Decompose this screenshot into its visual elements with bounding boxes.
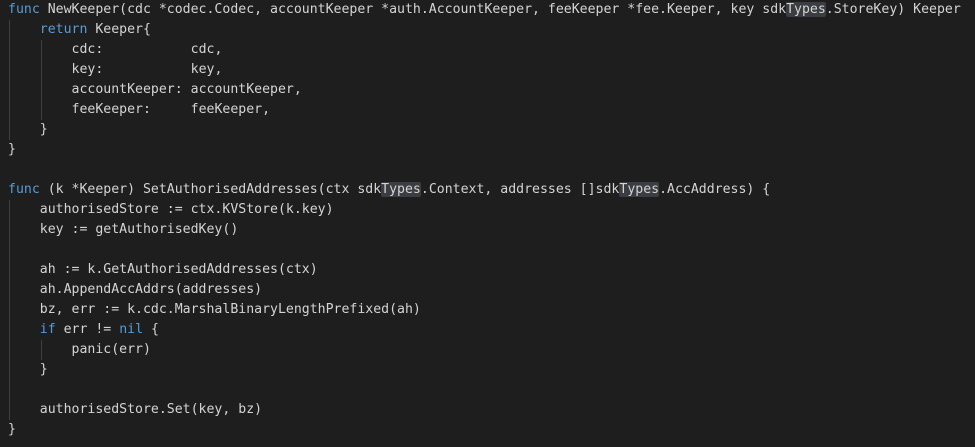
code-token: .Context, addresses []sdk <box>420 182 620 197</box>
code-line[interactable]: if err != nil { <box>8 320 961 340</box>
code-token: key: key, <box>71 62 223 77</box>
code-token: } <box>39 122 48 137</box>
code-token: bz, err := k.cdc.MarshalBinaryLengthPref… <box>39 302 421 317</box>
code-line[interactable]: panic(err) <box>8 340 961 360</box>
code-token: err != <box>55 322 120 337</box>
code-line[interactable]: authorisedStore := ctx.KVStore(k.key) <box>8 200 961 220</box>
code-line[interactable]: authorisedStore.Set(key, bz) <box>8 400 961 420</box>
code-line[interactable]: func (k *Keeper) SetAuthorisedAddresses(… <box>8 180 961 200</box>
code-token: ah := k.GetAuthorisedAddresses(ctx) <box>39 262 318 277</box>
code-token: ah.AppendAccAddrs(addresses) <box>39 282 263 297</box>
keyword-token: if <box>39 322 56 337</box>
highlighted-token: Types <box>786 2 826 17</box>
code-token: (k *Keeper) SetAuthorisedAddresses(ctx s… <box>39 182 382 197</box>
code-line[interactable] <box>8 380 961 400</box>
code-line[interactable]: ah := k.GetAuthorisedAddresses(ctx) <box>8 260 961 280</box>
code-token: { <box>143 322 159 337</box>
code-line[interactable]: key := getAuthorisedKey() <box>8 220 961 240</box>
highlighted-token: Types <box>381 182 421 197</box>
code-line[interactable]: ah.AppendAccAddrs(addresses) <box>8 280 961 300</box>
code-line[interactable]: feeKeeper: feeKeeper, <box>8 100 961 120</box>
code-line[interactable]: bz, err := k.cdc.MarshalBinaryLengthPref… <box>8 300 961 320</box>
code-line[interactable]: cdc: cdc, <box>8 40 961 60</box>
keyword-token: nil <box>119 322 144 337</box>
code-line[interactable]: accountKeeper: accountKeeper, <box>8 80 961 100</box>
code-line[interactable]: } <box>8 120 961 140</box>
code-line[interactable]: key: key, <box>8 60 961 80</box>
code-line[interactable] <box>8 240 961 260</box>
code-token: panic(err) <box>71 342 151 357</box>
code-token: NewKeeper(cdc *codec.Codec, accountKeepe… <box>39 2 787 17</box>
code-token: accountKeeper: accountKeeper, <box>71 82 302 97</box>
code-token: .StoreKey) Keeper <box>825 2 961 17</box>
code-line[interactable] <box>8 160 961 180</box>
code-token: authorisedStore.Set(key, bz) <box>39 402 263 417</box>
code-line[interactable]: } <box>8 140 961 160</box>
code-token: authorisedStore := ctx.KVStore(k.key) <box>39 202 334 217</box>
highlighted-token: Types <box>619 182 660 197</box>
code-token: cdc: cdc, <box>71 42 223 57</box>
code-line[interactable]: return Keeper{ <box>8 20 961 40</box>
code-line[interactable]: } <box>8 360 961 380</box>
code-token: feeKeeper: feeKeeper, <box>71 102 271 117</box>
code-area[interactable]: func NewKeeper(cdc *codec.Codec, account… <box>8 0 961 440</box>
code-token: key := getAuthorisedKey() <box>39 222 239 237</box>
code-token: } <box>8 142 16 157</box>
code-token: } <box>39 362 48 377</box>
keyword-token: return <box>39 22 88 37</box>
code-line[interactable]: func NewKeeper(cdc *codec.Codec, account… <box>8 0 961 20</box>
code-token: .AccAddress) { <box>659 182 771 197</box>
code-line[interactable]: } <box>8 420 961 440</box>
code-editor[interactable]: func NewKeeper(cdc *codec.Codec, account… <box>0 0 975 447</box>
code-token: } <box>8 422 16 437</box>
keyword-token: func <box>8 2 40 17</box>
code-token: Keeper{ <box>87 22 151 37</box>
keyword-token: func <box>8 182 40 197</box>
